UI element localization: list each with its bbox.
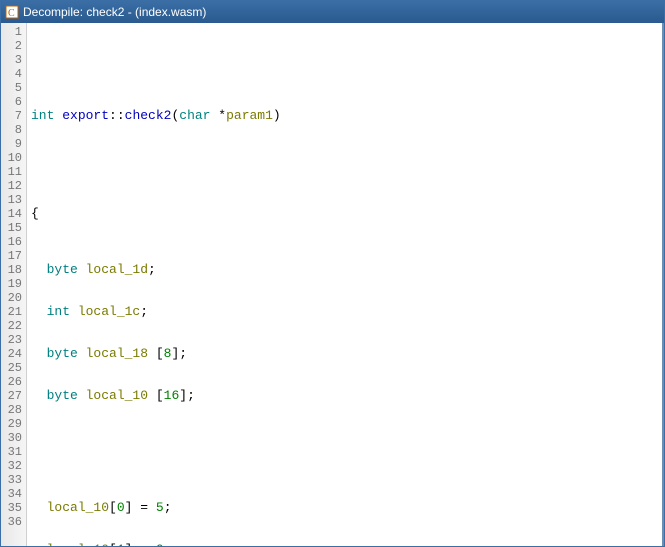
code-line: byte local_10 [16]; (31, 389, 664, 403)
line-number: 18 (1, 263, 26, 277)
line-number: 10 (1, 151, 26, 165)
line-number: 14 (1, 207, 26, 221)
code-line: local_10[0] = 5; (31, 501, 664, 515)
line-number: 20 (1, 291, 26, 305)
line-number: 12 (1, 179, 26, 193)
line-number: 25 (1, 361, 26, 375)
line-number: 21 (1, 305, 26, 319)
line-number: 33 (1, 473, 26, 487)
line-number: 3 (1, 53, 26, 67)
line-number: 13 (1, 193, 26, 207)
line-number: 11 (1, 165, 26, 179)
titlebar[interactable]: C Decompile: check2 - (index.wasm) (1, 1, 664, 23)
svg-text:C: C (8, 8, 15, 19)
code-line: int export::check2(char *param1) (31, 109, 664, 123)
line-number: 16 (1, 235, 26, 249)
code-line: local_10[1] = 0xaa; (31, 543, 664, 546)
code-line: byte local_18 [8]; (31, 347, 664, 361)
code-view[interactable]: int export::check2(char *param1) { byte … (27, 23, 664, 546)
line-number: 29 (1, 417, 26, 431)
line-number: 6 (1, 95, 26, 109)
line-number: 34 (1, 487, 26, 501)
code-line (31, 53, 664, 67)
line-number: 35 (1, 501, 26, 515)
app-icon: C (5, 5, 19, 19)
line-number: 28 (1, 403, 26, 417)
line-number: 17 (1, 249, 26, 263)
code-line: byte local_1d; (31, 263, 664, 277)
line-number: 15 (1, 221, 26, 235)
line-number: 4 (1, 67, 26, 81)
line-number-gutter: 1234567891011121314151617181920212223242… (1, 23, 27, 546)
line-number: 32 (1, 459, 26, 473)
line-number: 19 (1, 277, 26, 291)
line-number: 26 (1, 375, 26, 389)
line-number: 2 (1, 39, 26, 53)
code-line: int local_1c; (31, 305, 664, 319)
line-number: 22 (1, 319, 26, 333)
line-number: 1 (1, 25, 26, 39)
right-border (662, 23, 664, 546)
line-number: 31 (1, 445, 26, 459)
decompile-window: C Decompile: check2 - (index.wasm) 12345… (0, 0, 665, 547)
line-number: 27 (1, 389, 26, 403)
line-number: 9 (1, 137, 26, 151)
line-number: 8 (1, 123, 26, 137)
line-number: 24 (1, 347, 26, 361)
line-number: 23 (1, 333, 26, 347)
line-number: 7 (1, 109, 26, 123)
line-number: 5 (1, 81, 26, 95)
code-line (31, 165, 664, 179)
line-number: 36 (1, 515, 26, 529)
code-line (31, 445, 664, 459)
code-line: { (31, 207, 664, 221)
line-number: 30 (1, 431, 26, 445)
editor-area: 1234567891011121314151617181920212223242… (1, 23, 664, 546)
window-title: Decompile: check2 - (index.wasm) (23, 5, 206, 19)
